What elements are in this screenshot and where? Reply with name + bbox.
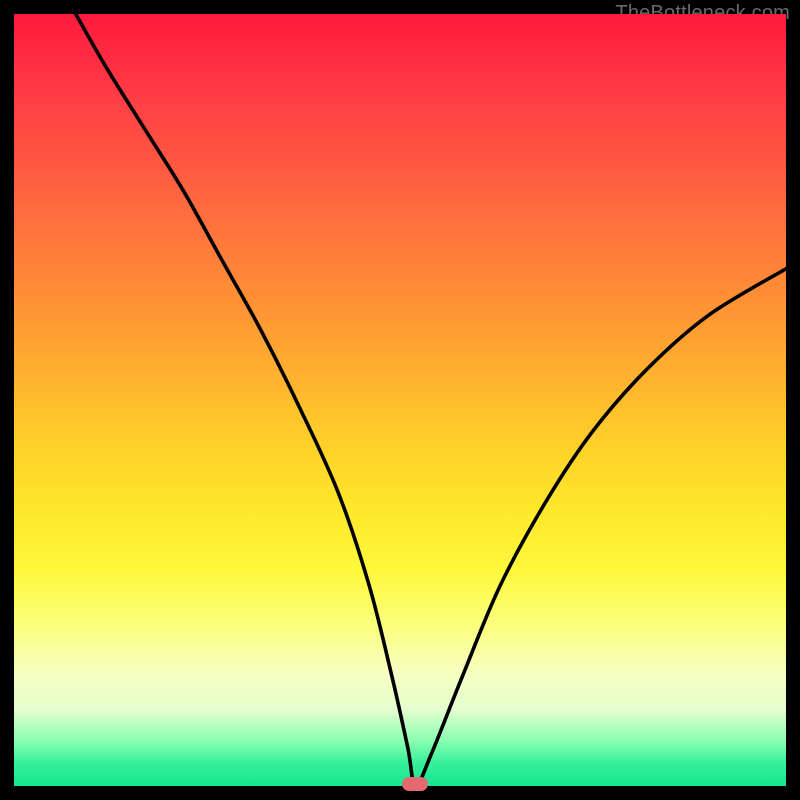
minimum-marker [402, 777, 428, 791]
chart-frame [14, 14, 786, 786]
bottleneck-curve-path [76, 14, 786, 786]
bottleneck-curve [14, 14, 786, 786]
